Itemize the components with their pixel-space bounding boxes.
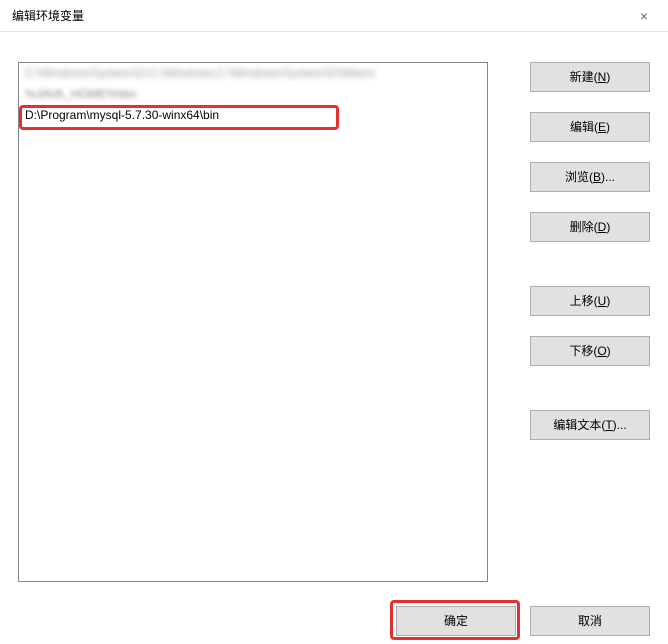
- button-accel: B: [593, 170, 601, 184]
- button-suffix: )...: [613, 418, 627, 432]
- new-button[interactable]: 新建(N): [530, 62, 650, 92]
- movedown-button[interactable]: 下移(O): [530, 336, 650, 366]
- env-var-listbox[interactable]: C:\Windows\System32;C:\Windows;C:\Window…: [18, 62, 488, 582]
- close-icon[interactable]: ×: [632, 4, 656, 28]
- button-suffix: )...: [601, 170, 615, 184]
- cancel-button[interactable]: 取消: [530, 606, 650, 636]
- side-button-panel: 新建(N) 编辑(E) 浏览(B)... 删除(D) 上移(U) 下移(O) 编…: [530, 62, 650, 460]
- list-item[interactable]: %JAVA_HOME%\bin: [19, 84, 487, 105]
- moveup-button[interactable]: 上移(U): [530, 286, 650, 316]
- button-suffix: ): [606, 294, 610, 308]
- button-accel: E: [598, 120, 606, 134]
- button-label: 新建(: [570, 70, 598, 84]
- button-label: 删除(: [570, 220, 598, 234]
- button-accel: T: [605, 418, 612, 432]
- delete-button[interactable]: 删除(D): [530, 212, 650, 242]
- window-title: 编辑环境变量: [12, 7, 84, 24]
- list-item[interactable]: C:\Windows\System32;C:\Windows;C:\Window…: [19, 63, 487, 84]
- button-label: 下移(: [569, 344, 597, 358]
- button-suffix: ): [606, 220, 610, 234]
- button-label: 编辑文本(: [553, 418, 605, 432]
- button-label: 上移(: [570, 294, 598, 308]
- edittext-button[interactable]: 编辑文本(T)...: [530, 410, 650, 440]
- ok-button[interactable]: 确定: [396, 606, 516, 636]
- button-label: 浏览(: [565, 170, 593, 184]
- button-accel: O: [597, 344, 606, 358]
- content-area: C:\Windows\System32;C:\Windows;C:\Window…: [18, 62, 650, 586]
- browse-button[interactable]: 浏览(B)...: [530, 162, 650, 192]
- edit-button[interactable]: 编辑(E): [530, 112, 650, 142]
- list-item[interactable]: D:\Program\mysql-5.7.30-winx64\bin: [19, 105, 487, 126]
- button-label: 编辑(: [570, 120, 598, 134]
- button-suffix: ): [606, 70, 610, 84]
- titlebar: 编辑环境变量 ×: [0, 0, 668, 32]
- button-suffix: ): [607, 344, 611, 358]
- button-suffix: ): [606, 120, 610, 134]
- dialog-footer: 确定 取消: [396, 606, 650, 636]
